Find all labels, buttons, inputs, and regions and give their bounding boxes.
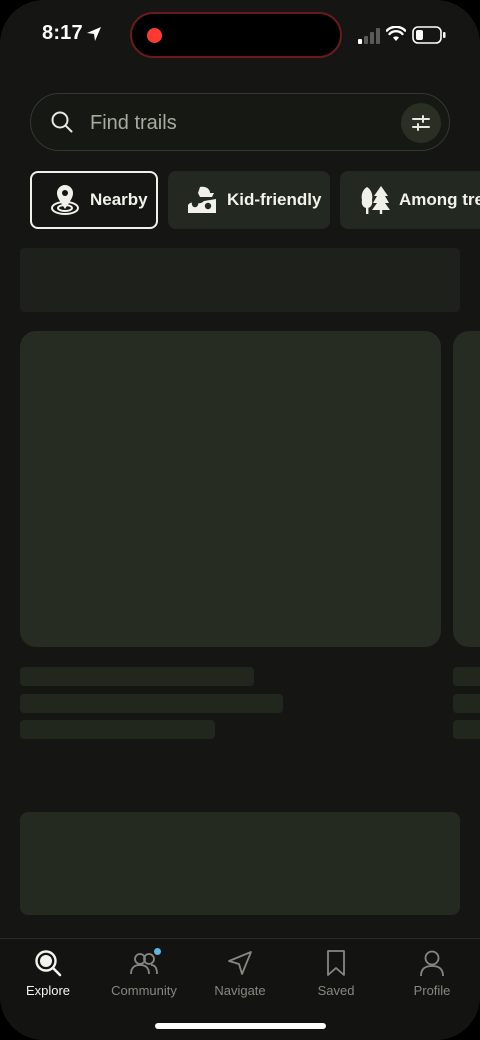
chip-label: Kid-friendly xyxy=(227,190,322,209)
home-indicator[interactable] xyxy=(155,1023,326,1029)
trees-icon xyxy=(361,186,390,214)
profile-icon xyxy=(420,950,444,977)
chip-kid-friendly[interactable]: Kid-friendly xyxy=(168,171,330,229)
chip-nearby[interactable]: Nearby xyxy=(30,171,158,229)
filter-sliders-icon xyxy=(412,115,430,131)
dynamic-island xyxy=(130,12,342,58)
nearby-pin-icon xyxy=(51,185,79,215)
recording-indicator-icon xyxy=(147,28,162,43)
section-placeholder xyxy=(20,812,460,915)
wifi-icon xyxy=(386,26,406,41)
search-icon xyxy=(51,111,73,133)
tab-saved[interactable]: Saved xyxy=(288,939,384,1009)
status-time: 8:17 xyxy=(42,22,83,44)
bookmark-icon xyxy=(327,950,345,976)
notification-badge xyxy=(154,948,161,955)
tab-profile[interactable]: Profile xyxy=(384,939,480,1009)
search-icon xyxy=(35,950,62,977)
location-arrow-icon xyxy=(87,27,101,41)
tab-label: Profile xyxy=(413,983,451,998)
chip-label: Among trees xyxy=(399,190,480,209)
chip-label: Nearby xyxy=(90,190,148,209)
text-line-placeholder xyxy=(20,720,215,739)
tab-label: Saved xyxy=(317,983,355,998)
tab-navigate[interactable]: Navigate xyxy=(192,939,288,1009)
filter-button[interactable] xyxy=(401,103,441,143)
kid-friendly-icon xyxy=(188,186,216,213)
cellular-signal-icon xyxy=(358,28,380,44)
text-line-placeholder xyxy=(453,720,480,739)
chip-among-trees[interactable]: Among trees xyxy=(340,171,480,229)
tab-community[interactable]: Community xyxy=(96,939,192,1009)
status-bar: 8:17 xyxy=(0,0,480,70)
category-chips: Nearby Kid-friendly Among trees xyxy=(30,171,480,229)
text-line-placeholder xyxy=(20,694,283,713)
search-bar[interactable] xyxy=(30,93,450,151)
search-input[interactable] xyxy=(88,107,382,139)
battery-icon xyxy=(412,26,446,44)
text-line-placeholder xyxy=(20,667,254,686)
app-screen: 8:17 Find trails Nearby Kid-friendly Amo… xyxy=(0,0,480,1040)
trail-card-placeholder xyxy=(453,331,480,647)
tab-label: Navigate xyxy=(214,983,266,998)
tab-label: Community xyxy=(111,983,177,998)
tab-explore[interactable]: Explore xyxy=(0,939,96,1009)
text-line-placeholder xyxy=(453,694,480,713)
tab-label: Explore xyxy=(25,983,71,998)
navigate-icon xyxy=(228,951,252,975)
loading-banner-placeholder xyxy=(20,248,460,312)
trail-card-placeholder xyxy=(20,331,441,647)
text-line-placeholder xyxy=(453,667,480,686)
